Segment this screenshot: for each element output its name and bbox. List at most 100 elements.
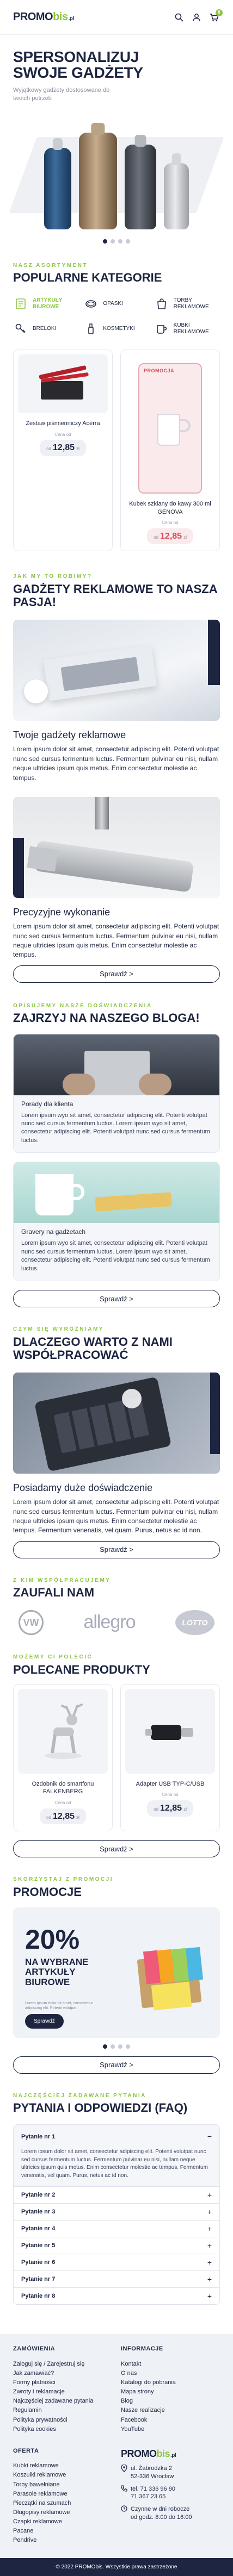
phone-link[interactable]: tel. 71 336 96 90 [131, 2486, 175, 2492]
footer-link[interactable]: Torby bawełniane [13, 2480, 112, 2490]
footer-link[interactable]: Polityka cookies [13, 2425, 112, 2434]
blog-card[interactable]: Porady dla klienta Lorem ipsum wyo sit a… [13, 1033, 220, 1153]
category-bags[interactable]: TORBY REKLAMOWE [154, 296, 220, 311]
footer-link[interactable]: Parasole reklamowe [13, 2490, 112, 2499]
section-kicker: JAK MY TO ROBIMY? [13, 573, 93, 580]
bag-icon [154, 296, 169, 311]
partner-logos: VW allegro LOTTO [13, 1610, 220, 1636]
product-price: od 12,85 zł [147, 1800, 193, 1817]
footer-link[interactable]: Pendrive [13, 2536, 112, 2545]
footer-link[interactable]: Zaloguj się / Zarejestruj się [13, 2360, 112, 2369]
footer-link[interactable]: Zwroty i reklamacje [13, 2387, 112, 2397]
carousel-dot[interactable] [126, 239, 130, 244]
product-card[interactable]: Adapter USB TYP-C/USB Cena od od 12,85 zł [120, 1684, 220, 1832]
category-mugs[interactable]: KUBKI REKLAMOWE [154, 321, 220, 336]
faq-item[interactable]: Pytanie nr 7 + [14, 2271, 219, 2287]
footer-hours: Czynne w dni robocze od godz. 8:00 do 16:… [121, 2505, 220, 2522]
faq-item[interactable]: Pytanie nr 5 + [14, 2237, 219, 2254]
section-title: ZAJRZYJ NA NASZEGO BLOGA! [13, 1011, 200, 1025]
feature-title: Precyzyjne wykonanie [13, 906, 111, 918]
plus-icon: + [207, 2224, 212, 2233]
section-title: DLACZEGO WARTO Z NAMI WSPÓŁPRACOWAĆ [13, 1334, 173, 1362]
faq-item[interactable]: Pytanie nr 2 + [14, 2186, 219, 2203]
logo-suffix: .pl [68, 16, 74, 22]
footer-link[interactable]: Długopisy reklamowe [13, 2508, 112, 2517]
carousel-dot[interactable] [126, 2044, 130, 2049]
cart-icon[interactable]: 0 [208, 9, 223, 23]
footer-link[interactable]: Formy płatności [13, 2378, 112, 2387]
footer-link[interactable]: Czapki reklamowe [13, 2517, 112, 2527]
product-card[interactable]: PROMOCJA Kubek szklany do kawy 300 ml GE… [120, 350, 220, 552]
product-price: od 12,85 zł [40, 1808, 86, 1825]
feature-text: Lorem ipsum dolor sit amet, consectetur … [13, 745, 219, 782]
lotto-logo: LOTTO [175, 1610, 214, 1636]
footer-link[interactable]: Najczęściej zadawane pytania [13, 2397, 112, 2406]
product-card[interactable]: Ozdobnik do smartfonu FALKENBERG Cena od… [13, 1684, 113, 1832]
faq-question: Pytanie nr 1 [21, 2133, 56, 2140]
section-kicker: CZYM SIĘ WYRÓŻNIAMY [13, 1326, 104, 1333]
user-icon[interactable] [191, 11, 203, 23]
carousel-dot[interactable] [111, 239, 115, 244]
category-keychains[interactable]: BRELOKI [13, 321, 79, 336]
faq-item[interactable]: Pytanie nr 3 + [14, 2203, 219, 2220]
faq-item-open[interactable]: Pytanie nr 1 − Lorem ipsum dolor sit amet… [14, 2125, 219, 2187]
product-card[interactable]: Zestaw piśmienniczy Acerra Cena od od 12,… [13, 350, 113, 552]
promo-image-notes [128, 1945, 210, 2016]
recommended-section: MOŻEMY CI POLECIĆ POLECANE PRODUKTY Ozdo… [0, 1635, 233, 1858]
footer-link[interactable]: Koszulki reklamowe [13, 2471, 112, 2480]
promo-button[interactable]: Sprawdź [25, 2013, 64, 2029]
carousel-dot[interactable] [111, 2044, 115, 2049]
footer-link[interactable]: Mapa strony [121, 2387, 220, 2397]
footer-link[interactable]: Nasze realizacje [121, 2406, 220, 2415]
category-office[interactable]: ARTYKUŁY BIUROWE [13, 296, 79, 311]
check-button[interactable]: Sprawdź > [13, 1840, 220, 1858]
footer-link[interactable]: Katalogi do pobrania [121, 2378, 220, 2387]
check-button[interactable]: Sprawdź > [13, 2056, 220, 2074]
check-button[interactable]: Sprawdź > [13, 965, 220, 983]
promo-cta: Sprawdź > [0, 2056, 233, 2074]
footer-link[interactable]: O nas [121, 2369, 220, 2378]
faq-item[interactable]: Pytanie nr 4 + [14, 2220, 219, 2237]
footer-link[interactable]: Pieczątki na szumach [13, 2499, 112, 2508]
plus-icon: + [207, 2257, 212, 2267]
footer-link[interactable]: Regulamin [13, 2406, 112, 2415]
category-wristbands[interactable]: OPASKI [83, 296, 149, 311]
carousel-dot[interactable] [103, 2044, 107, 2049]
cart-count-badge: 0 [216, 9, 223, 16]
carousel-dot[interactable] [118, 239, 122, 244]
blog-text: Lorem ipsum wyo sit amet, consectetur ad… [21, 1112, 210, 1144]
check-button[interactable]: Sprawdź > [13, 1290, 220, 1308]
footer-link[interactable]: Pacane [13, 2527, 112, 2536]
site-header: PROMO bis .pl 0 [0, 0, 233, 35]
footer-link[interactable]: Blog [121, 2397, 220, 2406]
blog-card[interactable]: Gravery na gadżetach Lorem ipsum wyo sit… [13, 1162, 220, 1282]
logo-main: PROMO [13, 11, 53, 23]
carousel-dot[interactable] [118, 2044, 122, 2049]
section-kicker: NAJCZĘŚCIEJ ZADAWANE PYTANIA [13, 2092, 146, 2099]
faq-item[interactable]: Pytanie nr 8 + [14, 2287, 219, 2304]
footer-link[interactable]: Facebook [121, 2416, 220, 2425]
search-icon[interactable] [173, 11, 185, 23]
category-cosmetics[interactable]: KOSMETYKI [83, 321, 149, 336]
footer-link[interactable]: Kontakt [121, 2360, 220, 2369]
phone-link[interactable]: 71 367 23 65 [131, 2493, 165, 2500]
section-title: POLECANE PRODUKTY [13, 1662, 150, 1676]
footer-link[interactable]: Jak zamawiać? [13, 2369, 112, 2378]
check-button[interactable]: Sprawdź > [13, 1540, 220, 1558]
footer-logo[interactable]: PROMO bis .pl [121, 2447, 220, 2460]
footer-link[interactable]: Polityka prywatności [13, 2416, 112, 2425]
carousel-dot[interactable] [103, 239, 107, 244]
keychain-icon [13, 321, 28, 336]
product-name: Zestaw piśmienniczy Acerra [26, 420, 100, 427]
site-footer: ZAMÓWIENIA Zaloguj się / Zarejestruj się… [0, 2334, 233, 2576]
feature-image-calculator [13, 1372, 220, 1474]
footer-link[interactable]: YouTube [121, 2425, 220, 2434]
featured-products: Zestaw piśmienniczy Acerra Cena od od 12,… [13, 350, 220, 552]
feature-text: Lorem ipsum dolor sit amet, consectetur … [13, 922, 219, 959]
footer-offer: OFERTA Kubki reklamowe Koszulki reklamow… [13, 2447, 112, 2545]
blog-section: OPISUJEMY NASZE DOŚWIADCZENIA ZAJRZYJ NA… [0, 983, 233, 1308]
phone-icon [121, 2485, 127, 2502]
logo[interactable]: PROMO bis .pl [13, 10, 74, 24]
faq-item[interactable]: Pytanie nr 6 + [14, 2254, 219, 2271]
footer-link[interactable]: Kubki reklamowe [13, 2461, 112, 2471]
